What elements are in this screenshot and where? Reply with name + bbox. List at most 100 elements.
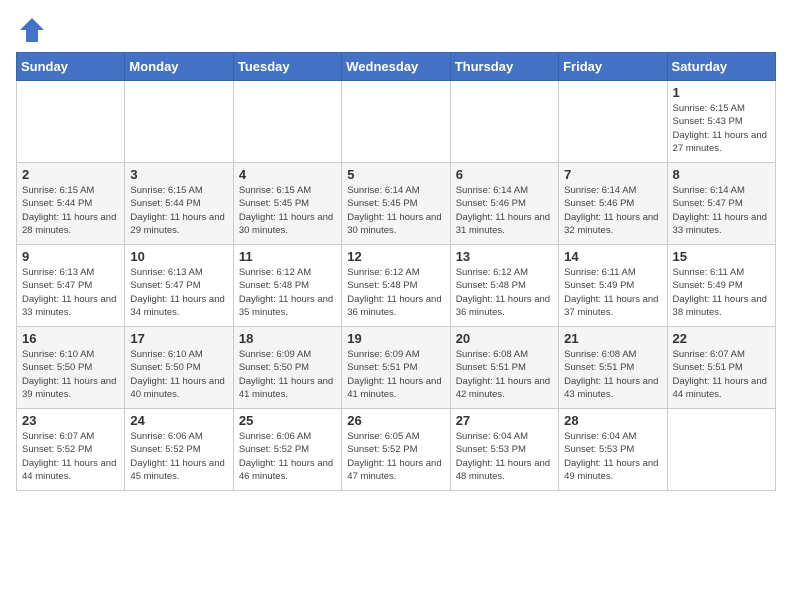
day-number: 15 bbox=[673, 249, 770, 264]
calendar-cell: 5 Sunrise: 6:14 AM Sunset: 5:45 PM Daylig… bbox=[342, 163, 450, 245]
day-number: 19 bbox=[347, 331, 444, 346]
calendar-cell: 3 Sunrise: 6:15 AM Sunset: 5:44 PM Daylig… bbox=[125, 163, 233, 245]
calendar-cell: 15Sunrise: 6:11 AM Sunset: 5:49 PM Dayli… bbox=[667, 245, 775, 327]
week-row-3: 9 Sunrise: 6:13 AM Sunset: 5:47 PM Daylig… bbox=[17, 245, 776, 327]
calendar-cell: 7Sunrise: 6:14 AM Sunset: 5:46 PM Daylig… bbox=[559, 163, 667, 245]
day-info: Sunrise: 6:09 AM Sunset: 5:50 PM Dayligh… bbox=[239, 348, 336, 401]
day-info: Sunrise: 6:08 AM Sunset: 5:51 PM Dayligh… bbox=[564, 348, 661, 401]
calendar-cell: 12 Sunrise: 6:12 AM Sunset: 5:48 PM Dayli… bbox=[342, 245, 450, 327]
calendar-cell: 2 Sunrise: 6:15 AM Sunset: 5:44 PM Daylig… bbox=[17, 163, 125, 245]
header-monday: Monday bbox=[125, 53, 233, 81]
calendar-cell bbox=[667, 409, 775, 491]
day-number: 21 bbox=[564, 331, 661, 346]
day-info: Sunrise: 6:07 AM Sunset: 5:52 PM Dayligh… bbox=[22, 430, 119, 483]
calendar-cell: 21 Sunrise: 6:08 AM Sunset: 5:51 PM Dayli… bbox=[559, 327, 667, 409]
day-number: 4 bbox=[239, 167, 336, 182]
day-info: Sunrise: 6:13 AM Sunset: 5:47 PM Dayligh… bbox=[130, 266, 227, 319]
day-number: 27 bbox=[456, 413, 553, 428]
calendar-cell bbox=[233, 81, 341, 163]
day-number: 14 bbox=[564, 249, 661, 264]
day-number: 20 bbox=[456, 331, 553, 346]
calendar-cell bbox=[559, 81, 667, 163]
day-number: 2 bbox=[22, 167, 119, 182]
calendar-cell: 18 Sunrise: 6:09 AM Sunset: 5:50 PM Dayli… bbox=[233, 327, 341, 409]
calendar-cell: 6 Sunrise: 6:14 AM Sunset: 5:46 PM Daylig… bbox=[450, 163, 558, 245]
day-info: Sunrise: 6:09 AM Sunset: 5:51 PM Dayligh… bbox=[347, 348, 444, 401]
day-info: Sunrise: 6:07 AM Sunset: 5:51 PM Dayligh… bbox=[673, 348, 770, 401]
day-number: 17 bbox=[130, 331, 227, 346]
day-number: 6 bbox=[456, 167, 553, 182]
calendar-cell: 28 Sunrise: 6:04 AM Sunset: 5:53 PM Dayli… bbox=[559, 409, 667, 491]
day-number: 1 bbox=[673, 85, 770, 100]
week-row-2: 2 Sunrise: 6:15 AM Sunset: 5:44 PM Daylig… bbox=[17, 163, 776, 245]
day-info: Sunrise: 6:06 AM Sunset: 5:52 PM Dayligh… bbox=[130, 430, 227, 483]
day-info: Sunrise: 6:14 AM Sunset: 5:46 PM Dayligh… bbox=[456, 184, 553, 237]
calendar-cell bbox=[450, 81, 558, 163]
calendar-cell: 16 Sunrise: 6:10 AM Sunset: 5:50 PM Dayli… bbox=[17, 327, 125, 409]
day-number: 26 bbox=[347, 413, 444, 428]
day-number: 23 bbox=[22, 413, 119, 428]
day-info: Sunrise: 6:05 AM Sunset: 5:52 PM Dayligh… bbox=[347, 430, 444, 483]
day-number: 18 bbox=[239, 331, 336, 346]
day-info: Sunrise: 6:12 AM Sunset: 5:48 PM Dayligh… bbox=[347, 266, 444, 319]
day-info: Sunrise: 6:12 AM Sunset: 5:48 PM Dayligh… bbox=[239, 266, 336, 319]
day-number: 10 bbox=[130, 249, 227, 264]
calendar-cell: 25 Sunrise: 6:06 AM Sunset: 5:52 PM Dayli… bbox=[233, 409, 341, 491]
day-number: 25 bbox=[239, 413, 336, 428]
day-info: Sunrise: 6:08 AM Sunset: 5:51 PM Dayligh… bbox=[456, 348, 553, 401]
header-wednesday: Wednesday bbox=[342, 53, 450, 81]
header-saturday: Saturday bbox=[667, 53, 775, 81]
day-info: Sunrise: 6:15 AM Sunset: 5:44 PM Dayligh… bbox=[22, 184, 119, 237]
calendar-cell: 23 Sunrise: 6:07 AM Sunset: 5:52 PM Dayli… bbox=[17, 409, 125, 491]
calendar-cell: 8 Sunrise: 6:14 AM Sunset: 5:47 PM Daylig… bbox=[667, 163, 775, 245]
calendar-table: SundayMondayTuesdayWednesdayThursdayFrid… bbox=[16, 52, 776, 491]
day-number: 11 bbox=[239, 249, 336, 264]
header-sunday: Sunday bbox=[17, 53, 125, 81]
week-row-4: 16 Sunrise: 6:10 AM Sunset: 5:50 PM Dayli… bbox=[17, 327, 776, 409]
calendar-cell: 24Sunrise: 6:06 AM Sunset: 5:52 PM Dayli… bbox=[125, 409, 233, 491]
day-info: Sunrise: 6:14 AM Sunset: 5:45 PM Dayligh… bbox=[347, 184, 444, 237]
day-info: Sunrise: 6:11 AM Sunset: 5:49 PM Dayligh… bbox=[564, 266, 661, 319]
logo-icon bbox=[18, 16, 46, 44]
day-info: Sunrise: 6:15 AM Sunset: 5:45 PM Dayligh… bbox=[239, 184, 336, 237]
day-number: 12 bbox=[347, 249, 444, 264]
day-number: 7 bbox=[564, 167, 661, 182]
calendar-cell: 9 Sunrise: 6:13 AM Sunset: 5:47 PM Daylig… bbox=[17, 245, 125, 327]
logo bbox=[16, 16, 46, 44]
calendar-cell: 27 Sunrise: 6:04 AM Sunset: 5:53 PM Dayli… bbox=[450, 409, 558, 491]
calendar-cell: 20 Sunrise: 6:08 AM Sunset: 5:51 PM Dayli… bbox=[450, 327, 558, 409]
calendar-cell: 4 Sunrise: 6:15 AM Sunset: 5:45 PM Daylig… bbox=[233, 163, 341, 245]
day-info: Sunrise: 6:14 AM Sunset: 5:47 PM Dayligh… bbox=[673, 184, 770, 237]
day-info: Sunrise: 6:15 AM Sunset: 5:43 PM Dayligh… bbox=[673, 102, 770, 155]
day-number: 13 bbox=[456, 249, 553, 264]
week-row-5: 23 Sunrise: 6:07 AM Sunset: 5:52 PM Dayli… bbox=[17, 409, 776, 491]
week-row-1: 1 Sunrise: 6:15 AM Sunset: 5:43 PM Daylig… bbox=[17, 81, 776, 163]
calendar-cell bbox=[17, 81, 125, 163]
calendar-cell: 19 Sunrise: 6:09 AM Sunset: 5:51 PM Dayli… bbox=[342, 327, 450, 409]
day-info: Sunrise: 6:10 AM Sunset: 5:50 PM Dayligh… bbox=[130, 348, 227, 401]
calendar-cell: 13 Sunrise: 6:12 AM Sunset: 5:48 PM Dayli… bbox=[450, 245, 558, 327]
header-friday: Friday bbox=[559, 53, 667, 81]
day-info: Sunrise: 6:04 AM Sunset: 5:53 PM Dayligh… bbox=[564, 430, 661, 483]
day-number: 5 bbox=[347, 167, 444, 182]
day-info: Sunrise: 6:04 AM Sunset: 5:53 PM Dayligh… bbox=[456, 430, 553, 483]
day-number: 16 bbox=[22, 331, 119, 346]
day-number: 9 bbox=[22, 249, 119, 264]
calendar-cell: 26 Sunrise: 6:05 AM Sunset: 5:52 PM Dayli… bbox=[342, 409, 450, 491]
calendar-cell: 11 Sunrise: 6:12 AM Sunset: 5:48 PM Dayli… bbox=[233, 245, 341, 327]
day-number: 8 bbox=[673, 167, 770, 182]
day-number: 22 bbox=[673, 331, 770, 346]
day-info: Sunrise: 6:10 AM Sunset: 5:50 PM Dayligh… bbox=[22, 348, 119, 401]
header-tuesday: Tuesday bbox=[233, 53, 341, 81]
calendar-cell: 22 Sunrise: 6:07 AM Sunset: 5:51 PM Dayli… bbox=[667, 327, 775, 409]
day-info: Sunrise: 6:06 AM Sunset: 5:52 PM Dayligh… bbox=[239, 430, 336, 483]
day-info: Sunrise: 6:12 AM Sunset: 5:48 PM Dayligh… bbox=[456, 266, 553, 319]
header-thursday: Thursday bbox=[450, 53, 558, 81]
calendar-cell: 17 Sunrise: 6:10 AM Sunset: 5:50 PM Dayli… bbox=[125, 327, 233, 409]
day-number: 3 bbox=[130, 167, 227, 182]
day-number: 28 bbox=[564, 413, 661, 428]
calendar-cell bbox=[125, 81, 233, 163]
day-info: Sunrise: 6:15 AM Sunset: 5:44 PM Dayligh… bbox=[130, 184, 227, 237]
day-info: Sunrise: 6:13 AM Sunset: 5:47 PM Dayligh… bbox=[22, 266, 119, 319]
calendar-header-row: SundayMondayTuesdayWednesdayThursdayFrid… bbox=[17, 53, 776, 81]
